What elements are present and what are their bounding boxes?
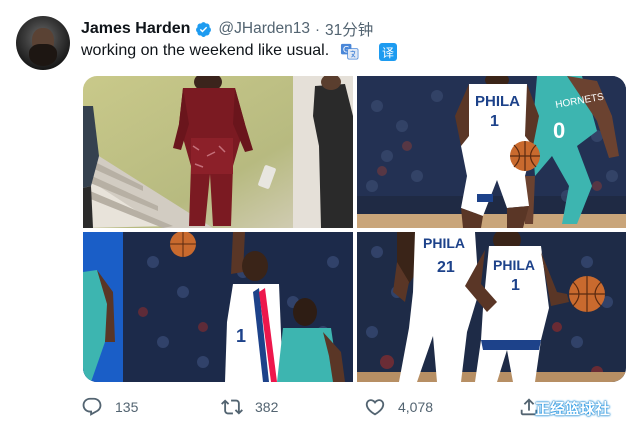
- author-name[interactable]: James Harden: [81, 20, 190, 38]
- photo-jumper-image: 1: [83, 232, 353, 382]
- reply-button[interactable]: 135: [81, 394, 138, 420]
- player-jersey-number: 1: [490, 113, 499, 130]
- tweet-timestamp[interactable]: 31分钟: [325, 18, 373, 40]
- translate-button[interactable]: 译: [379, 43, 397, 61]
- photo-2[interactable]: HORNETS 0 PHILA 1: [357, 76, 626, 228]
- reply-count: 135: [115, 399, 139, 415]
- separator-dot: ·: [314, 20, 320, 38]
- like-button[interactable]: 4,078: [364, 394, 433, 420]
- photo-4[interactable]: PHILA 21 PHILA 1: [357, 232, 626, 382]
- watermark-text: 正经篮球社: [535, 401, 611, 418]
- reply-icon: [82, 397, 102, 416]
- like-count: 4,078: [398, 399, 434, 415]
- photo-arrival-image: [83, 76, 353, 228]
- verified-badge-icon: [196, 21, 212, 37]
- tweet-header: James Harden @JHarden13 · 31分钟: [81, 18, 373, 40]
- retweet-button[interactable]: 382: [221, 394, 278, 420]
- retweet-icon: [221, 399, 243, 415]
- author-handle[interactable]: @JHarden13: [218, 20, 310, 38]
- player-right-jersey-number: 1: [511, 277, 520, 294]
- photo-1[interactable]: [83, 76, 353, 228]
- avatar[interactable]: [16, 16, 70, 70]
- avatar-beard: [29, 44, 57, 66]
- heart-icon: [365, 399, 385, 416]
- defender-jersey-number: 0: [553, 118, 565, 143]
- player-team-text: PHILA: [475, 93, 520, 110]
- tweet-media-grid: HORNETS 0 PHILA 1 1 PHILA 21 PHILA 1: [83, 76, 626, 382]
- photo-dribble-image: HORNETS 0 PHILA 1: [357, 76, 626, 228]
- tweet-text: working on the weekend like usual.: [81, 42, 330, 59]
- photo-3[interactable]: 1: [83, 232, 353, 382]
- shooter-jersey-number: 1: [236, 326, 246, 346]
- player-left-team-text: PHILA: [423, 235, 465, 251]
- player-left-jersey-number: 21: [437, 259, 455, 276]
- retweet-count: 382: [255, 399, 279, 415]
- photo-handoff-image: PHILA 21 PHILA 1: [357, 232, 626, 382]
- player-right-team-text: PHILA: [493, 257, 535, 273]
- translate-icon[interactable]: G: [340, 42, 359, 61]
